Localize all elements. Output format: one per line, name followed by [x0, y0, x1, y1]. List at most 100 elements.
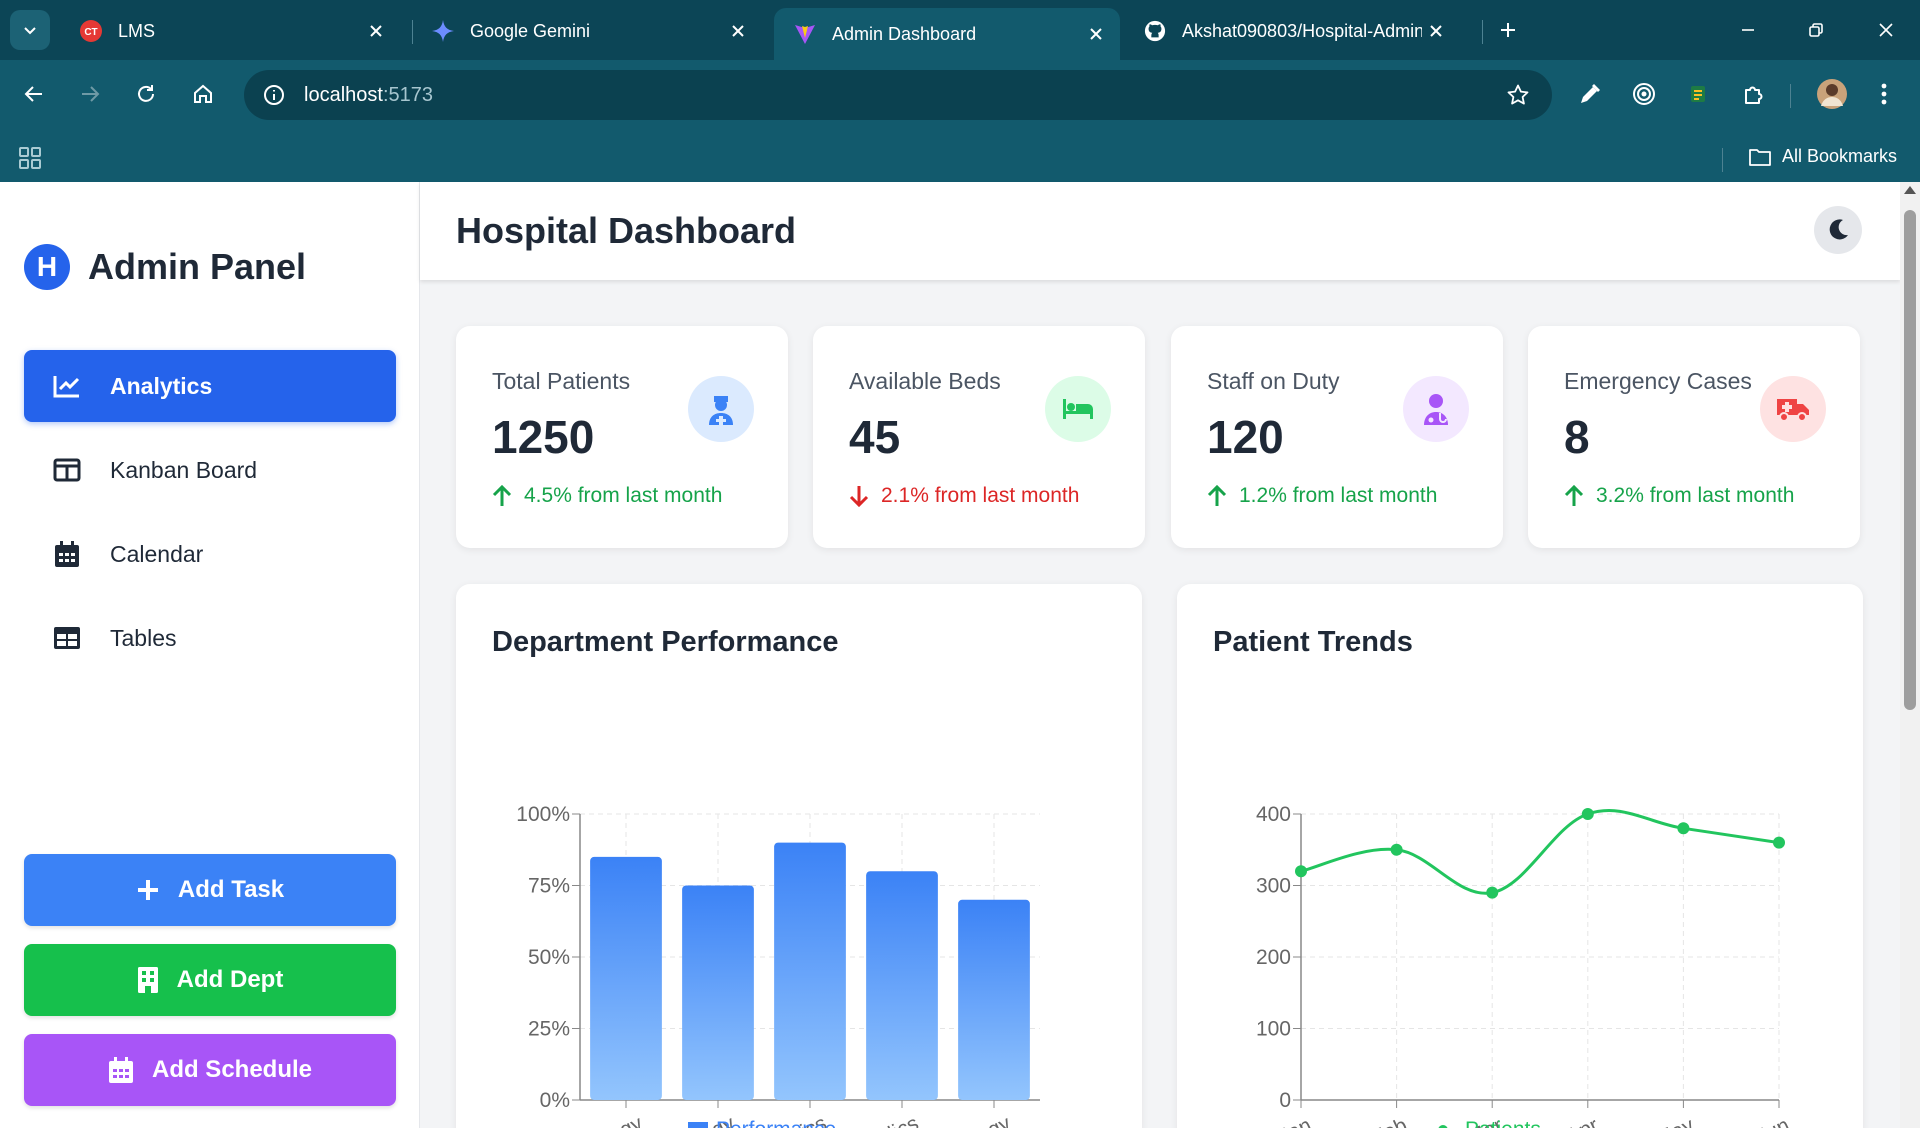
tab-search-button[interactable] — [10, 10, 50, 50]
data-point-mar — [1486, 886, 1499, 899]
hospital-logo-icon: H — [24, 244, 70, 290]
all-bookmarks-button[interactable]: All Bookmarks — [1748, 146, 1897, 167]
line-chart-ytick-label: 300 — [1256, 875, 1291, 898]
stat-trend: 4.5% from last month — [492, 484, 722, 508]
tab-lms[interactable]: CT LMS — [60, 10, 400, 52]
add-schedule-label: Add Schedule — [151, 1056, 313, 1083]
sidebar-item-analytics[interactable]: Analytics — [24, 350, 396, 422]
page-title: Hospital Dashboard — [456, 210, 797, 251]
arrow-down-icon — [849, 486, 869, 507]
eyedropper-icon — [1581, 84, 1600, 103]
stat-card-emergency-cases: Emergency Cases 8 3.2% from last month — [1528, 326, 1860, 548]
tab-admin-dashboard[interactable]: Admin Dashboard — [774, 8, 1120, 60]
site-info-icon[interactable] — [262, 83, 286, 107]
back-button[interactable] — [14, 74, 54, 114]
svg-text:CT: CT — [84, 27, 97, 38]
kebab-menu-icon — [1881, 83, 1887, 105]
stat-label: Available Beds — [849, 368, 1001, 394]
data-point-jan — [1295, 865, 1307, 878]
sidebar-item-tables[interactable]: Tables — [24, 602, 396, 674]
extensions-button[interactable] — [1736, 76, 1772, 112]
tab-github[interactable]: Akshat090803/Hospital-Admin- — [1124, 10, 1460, 52]
close-icon[interactable] — [362, 17, 390, 45]
gemini-sparkle-icon — [432, 20, 454, 42]
sidebar-item-label: Tables — [110, 624, 177, 651]
chevron-down-icon — [24, 27, 36, 35]
bar-chart-ytick-label: 25% — [528, 1018, 570, 1041]
reload-icon — [138, 85, 154, 102]
brand: H Admin Panel — [24, 244, 306, 290]
add-dept-label: Add Dept — [176, 966, 284, 993]
new-tab-button[interactable] — [1492, 14, 1524, 46]
close-icon — [1879, 23, 1893, 37]
close-window-button[interactable] — [1870, 14, 1902, 46]
forward-button[interactable] — [70, 74, 110, 114]
line-chart-ytick-label: 0 — [1279, 1089, 1291, 1112]
scroll-up-arrow-icon[interactable] — [1904, 186, 1916, 194]
bar-chart-ytick-label: 75% — [528, 875, 570, 898]
tab-gemini[interactable]: Google Gemini — [412, 10, 762, 52]
sidebar-item-label: Calendar — [110, 540, 204, 567]
toolbar-divider — [1790, 84, 1791, 108]
close-icon[interactable] — [1082, 20, 1110, 48]
legend-label: Patients — [1465, 1118, 1541, 1128]
apps-grid-icon[interactable] — [18, 146, 42, 170]
arrow-up-icon — [1207, 485, 1227, 506]
profile-avatar[interactable] — [1814, 76, 1850, 112]
add-schedule-button[interactable]: Add Schedule — [24, 1034, 396, 1106]
user-nurse-icon — [688, 376, 754, 442]
avatar-icon — [1817, 79, 1847, 109]
add-task-button[interactable]: Add Task — [24, 854, 396, 926]
minimize-button[interactable] — [1732, 14, 1764, 46]
puzzle-icon — [1745, 86, 1763, 104]
restore-button[interactable] — [1800, 14, 1832, 46]
sheets-extension[interactable] — [1680, 76, 1716, 112]
stat-label: Emergency Cases — [1564, 368, 1752, 394]
stat-trend-text: 4.5% from last month — [524, 484, 723, 507]
scrollbar-thumb[interactable] — [1904, 210, 1916, 710]
address-bar[interactable]: localhost:5173 — [244, 70, 1552, 120]
stat-trend-text: 2.1% from last month — [881, 484, 1080, 507]
department-performance-card: Department Performance 0% 25% 50% 75% 100% Ca… — [456, 584, 1142, 1128]
chart-title: Department Performance — [492, 626, 839, 658]
browser-menu-button[interactable] — [1866, 76, 1902, 112]
add-dept-button[interactable]: Add Dept — [24, 944, 396, 1016]
sidebar-item-kanban[interactable]: Kanban Board — [24, 434, 396, 506]
department-performance-chart: 0%25%50%75%100%CardiologyNeurologyPediat… — [516, 803, 1040, 1128]
close-icon[interactable] — [1422, 17, 1450, 45]
bar-chart-ytick-label: 0% — [540, 1089, 570, 1112]
target-extension[interactable] — [1626, 76, 1662, 112]
stat-card-total-patients: Total Patients 1250 4.5% from last month — [456, 326, 788, 548]
sidebar-item-calendar[interactable]: Calendar — [24, 518, 396, 590]
stat-value: 8 — [1564, 411, 1590, 463]
browser-toolbar: localhost:5173 All Bookmarks — [0, 60, 1920, 188]
moon-icon — [1829, 219, 1848, 240]
page-header: Hospital Dashboard — [420, 182, 1900, 280]
reload-button[interactable] — [126, 74, 166, 114]
tab-title: Admin Dashboard — [832, 23, 977, 44]
folder-icon — [1749, 148, 1771, 166]
home-button[interactable] — [183, 74, 223, 114]
page-scrollbar[interactable] — [1900, 182, 1920, 1128]
url-text[interactable]: localhost:5173 — [304, 84, 433, 107]
tab-title: LMS — [118, 20, 156, 41]
sidebar-item-label: Analytics — [110, 372, 213, 399]
close-icon[interactable] — [724, 17, 752, 45]
brand-title: Admin Panel — [88, 246, 307, 287]
arrow-right-icon — [82, 86, 100, 102]
chart-line-icon — [52, 371, 82, 401]
line-chart-xtick-label: Jun — [1753, 1114, 1793, 1128]
github-logo-icon — [1144, 20, 1166, 42]
bar-cardiology — [590, 856, 662, 1100]
bed-icon — [1045, 376, 1111, 442]
minimize-icon — [1742, 29, 1754, 31]
line-chart-xtick-label: May — [1652, 1113, 1698, 1128]
bookmark-star-icon[interactable] — [1506, 83, 1530, 107]
stat-trend: 1.2% from last month — [1207, 484, 1437, 508]
spreadsheet-icon — [1691, 86, 1705, 102]
dark-mode-toggle[interactable] — [1814, 206, 1862, 254]
arrow-up-icon — [1564, 485, 1584, 506]
data-point-may — [1677, 822, 1690, 835]
eyedropper-extension[interactable] — [1572, 76, 1608, 112]
add-task-label: Add Task — [177, 876, 285, 903]
